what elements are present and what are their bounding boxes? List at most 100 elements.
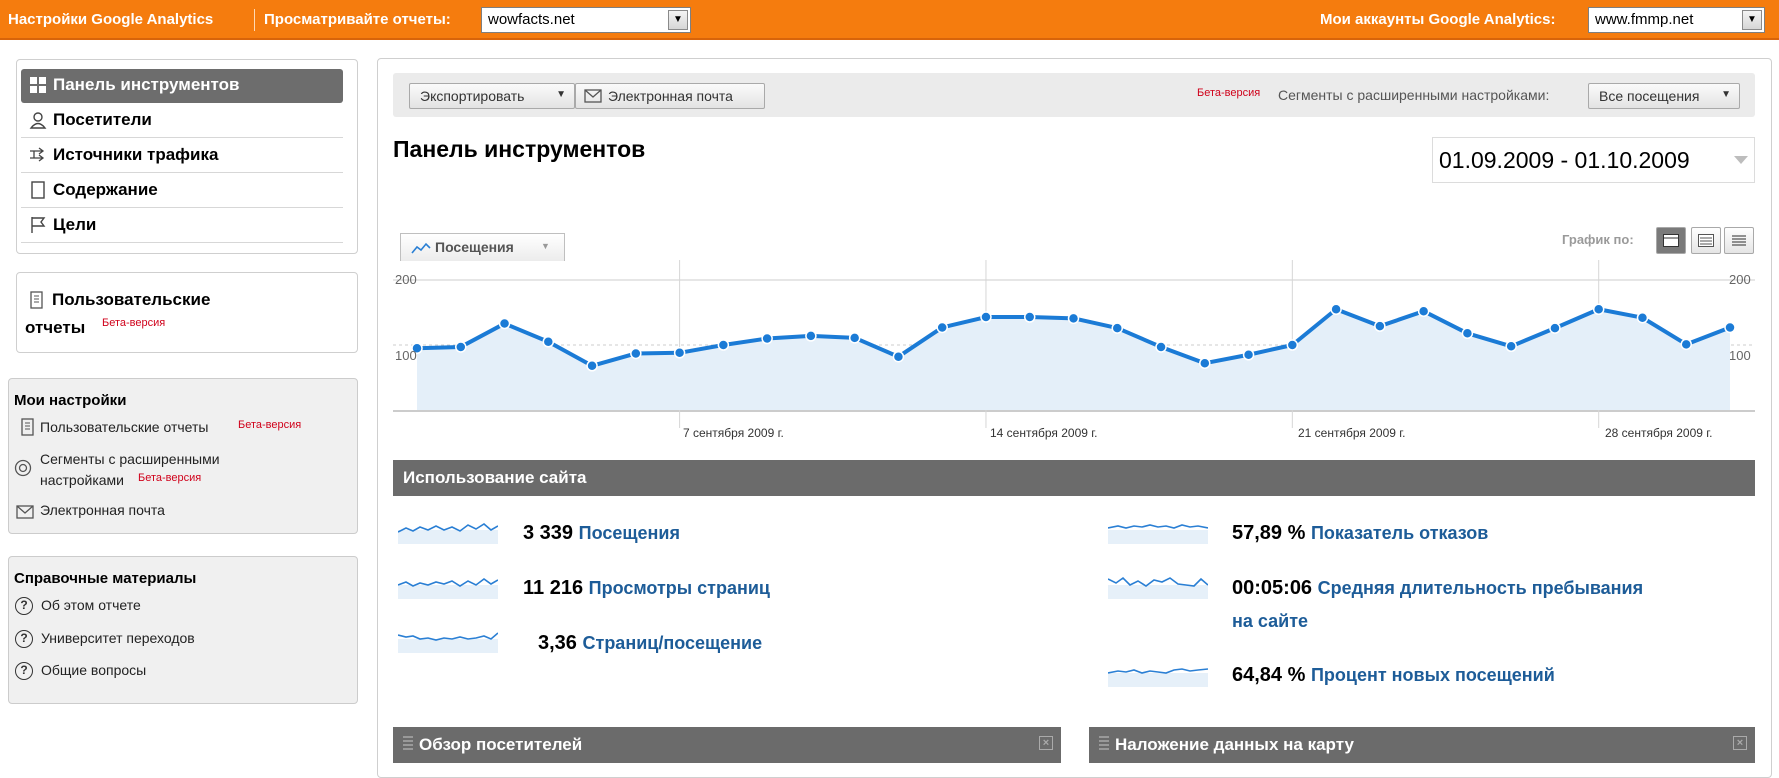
- beta-badge: Бета-версия: [102, 317, 166, 329]
- sparkline-pages-per-visit[interactable]: [398, 627, 498, 653]
- report-site-value: wowfacts.net: [488, 11, 575, 28]
- sparkline-visits[interactable]: [398, 518, 498, 544]
- day-icon: [1663, 234, 1679, 247]
- metric-tab-visits[interactable]: Посещения ▼: [400, 233, 565, 261]
- chevron-down-icon: ▼: [1721, 89, 1731, 100]
- visitors-overview-header[interactable]: Обзор посетителей ×: [393, 727, 1061, 763]
- help-about-report[interactable]: Об этом отчете: [41, 597, 141, 613]
- data-point[interactable]: [1242, 349, 1255, 361]
- custom-reports-line2[interactable]: отчеты: [25, 318, 85, 338]
- stat-link[interactable]: Показатель отказов: [1311, 523, 1488, 543]
- nav-item-content[interactable]: Содержание: [21, 174, 343, 208]
- data-point[interactable]: [586, 360, 598, 372]
- nav-label: Панель инструментов: [53, 75, 240, 94]
- data-point[interactable]: [1330, 303, 1342, 315]
- stat-value: 3 339: [523, 522, 574, 544]
- sparkline-new-visits[interactable]: [1108, 661, 1208, 687]
- data-point[interactable]: [1067, 312, 1080, 325]
- data-point[interactable]: [1461, 327, 1474, 340]
- nav-item-goals[interactable]: Цели: [21, 209, 343, 243]
- data-point[interactable]: [980, 311, 992, 323]
- data-point[interactable]: [542, 336, 555, 348]
- data-point[interactable]: [1680, 338, 1692, 351]
- beta-badge: Бета-версия: [238, 419, 302, 431]
- week-icon: [1698, 234, 1714, 247]
- my-settings-box: Мои настройки Пользовательские отчеты Бе…: [8, 378, 358, 534]
- sparkline-pageviews[interactable]: [398, 573, 498, 599]
- sparkline-avg-time[interactable]: [1108, 573, 1208, 599]
- data-point[interactable]: [1417, 305, 1430, 317]
- dashboard-icon: [30, 77, 46, 93]
- close-icon[interactable]: ×: [1039, 736, 1053, 750]
- data-point[interactable]: [1636, 311, 1649, 324]
- x-date-label: 7 сентября 2009 г.: [683, 426, 784, 440]
- page-title: Панель инструментов: [393, 136, 646, 162]
- data-point[interactable]: [498, 317, 511, 330]
- date-range-picker[interactable]: 01.09.2009 - 01.10.2009: [1432, 137, 1755, 183]
- stat-link[interactable]: Средняя длительность пребывания: [1318, 578, 1644, 598]
- data-point[interactable]: [1374, 320, 1386, 332]
- y-tick-label: 100: [1729, 348, 1751, 363]
- data-point[interactable]: [1111, 322, 1124, 334]
- data-point[interactable]: [1023, 311, 1036, 323]
- drag-handle-icon[interactable]: [403, 736, 413, 750]
- close-icon[interactable]: ×: [1733, 736, 1747, 750]
- person-icon: [29, 112, 47, 129]
- data-point[interactable]: [892, 350, 905, 363]
- data-point[interactable]: [848, 332, 861, 344]
- data-point[interactable]: [1724, 321, 1736, 334]
- data-point[interactable]: [1592, 303, 1605, 315]
- page-icon: [31, 181, 45, 199]
- stat-visits: 3 339 Посещения: [523, 522, 680, 545]
- data-point[interactable]: [1155, 341, 1167, 353]
- data-point[interactable]: [805, 330, 817, 342]
- custom-reports-box[interactable]: Пользовательские отчеты Бета-версия: [16, 272, 358, 353]
- custom-reports-link[interactable]: Пользовательские отчеты: [40, 419, 208, 435]
- segments-icon: [14, 459, 32, 477]
- drag-handle-icon[interactable]: [1099, 736, 1109, 750]
- data-point[interactable]: [717, 339, 730, 351]
- segments-link-line1[interactable]: Сегменты с расширенными: [40, 451, 220, 467]
- top-bar: Настройки Google Analytics Просматривайт…: [0, 0, 1779, 40]
- main-nav: Панель инструментов Посетители Источники…: [16, 59, 358, 254]
- data-point[interactable]: [761, 332, 773, 345]
- month-icon: [1732, 235, 1746, 246]
- stat-link[interactable]: Процент новых посещений: [1311, 665, 1555, 685]
- stat-link[interactable]: Посещения: [579, 523, 680, 543]
- map-overlay-header[interactable]: Наложение данных на карту ×: [1089, 727, 1755, 763]
- graph-by-day-button[interactable]: [1656, 227, 1686, 254]
- help-faq[interactable]: Общие вопросы: [41, 662, 146, 678]
- data-point[interactable]: [673, 347, 686, 359]
- site-usage-header: Использование сайта: [393, 460, 1755, 496]
- email-link[interactable]: Электронная почта: [40, 502, 165, 518]
- data-point[interactable]: [455, 341, 467, 353]
- export-button[interactable]: Экспортировать ▼: [409, 83, 575, 109]
- email-icon: [16, 505, 34, 519]
- custom-reports-line1[interactable]: Пользовательские: [52, 290, 210, 310]
- export-label: Экспортировать: [420, 88, 525, 104]
- stat-link[interactable]: на сайте: [1232, 611, 1308, 632]
- email-button[interactable]: Электронная почта: [575, 83, 765, 109]
- data-point[interactable]: [936, 321, 948, 334]
- data-point[interactable]: [1286, 339, 1299, 351]
- stat-link[interactable]: Просмотры страниц: [589, 578, 770, 598]
- help-conversion-university[interactable]: Университет переходов: [41, 630, 195, 646]
- nav-item-visitors[interactable]: Посетители: [21, 104, 343, 138]
- nav-item-dashboard[interactable]: Панель инструментов: [21, 69, 343, 103]
- data-point[interactable]: [1549, 322, 1561, 334]
- data-point[interactable]: [1199, 357, 1211, 369]
- account-select[interactable]: www.fmmp.net ▼: [1588, 7, 1765, 33]
- graph-by-month-button[interactable]: [1724, 227, 1754, 254]
- stat-link[interactable]: Страниц/посещение: [583, 633, 763, 653]
- help-icon: ?: [15, 630, 33, 648]
- data-point[interactable]: [630, 347, 642, 360]
- nav-item-traffic-sources[interactable]: Источники трафика: [21, 139, 343, 173]
- graph-by-week-button[interactable]: [1691, 227, 1721, 254]
- sparkline-bounce-rate[interactable]: [1108, 518, 1208, 544]
- report-site-select[interactable]: wowfacts.net ▼: [481, 7, 691, 33]
- data-point[interactable]: [1505, 340, 1517, 353]
- settings-link[interactable]: Настройки Google Analytics: [8, 11, 213, 28]
- x-date-label: 28 сентября 2009 г.: [1605, 426, 1713, 440]
- segments-link-line2[interactable]: настройками: [40, 472, 124, 488]
- segments-select[interactable]: Все посещения ▼: [1588, 83, 1740, 109]
